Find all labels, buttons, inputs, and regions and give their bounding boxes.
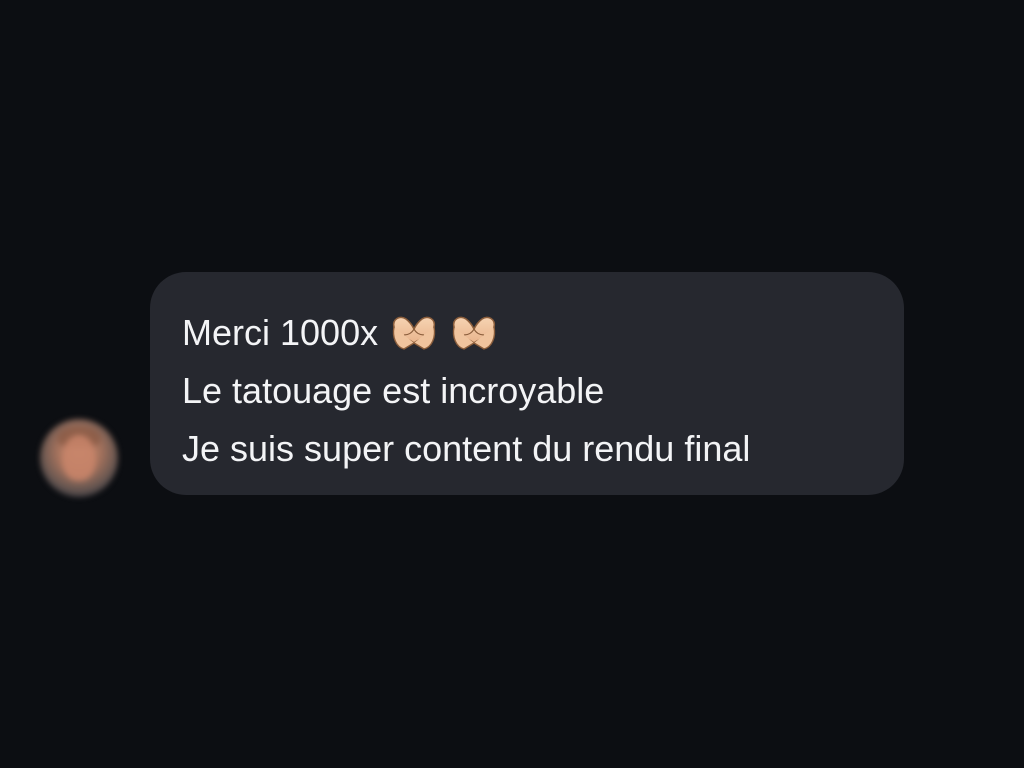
message-line-1: Merci 1000x xyxy=(182,304,874,362)
message-bubble[interactable]: Merci 1000x Le tatouage est incroyable J… xyxy=(150,272,904,495)
message-text-2: Le tatouage est incroyable xyxy=(182,370,605,411)
message-text-3: Je suis super content du rendu final xyxy=(182,428,751,469)
chat-screen: Merci 1000x Le tatouage est incroyable J… xyxy=(0,0,1024,768)
avatar-face xyxy=(62,435,96,481)
heart-hands-icon xyxy=(452,316,496,350)
message-line-3: Je suis super content du rendu final xyxy=(182,420,874,478)
message-line-2: Le tatouage est incroyable xyxy=(182,362,874,420)
message-text-1: Merci 1000x xyxy=(182,312,379,353)
sender-avatar[interactable] xyxy=(40,419,118,497)
heart-hands-icon xyxy=(392,316,436,350)
